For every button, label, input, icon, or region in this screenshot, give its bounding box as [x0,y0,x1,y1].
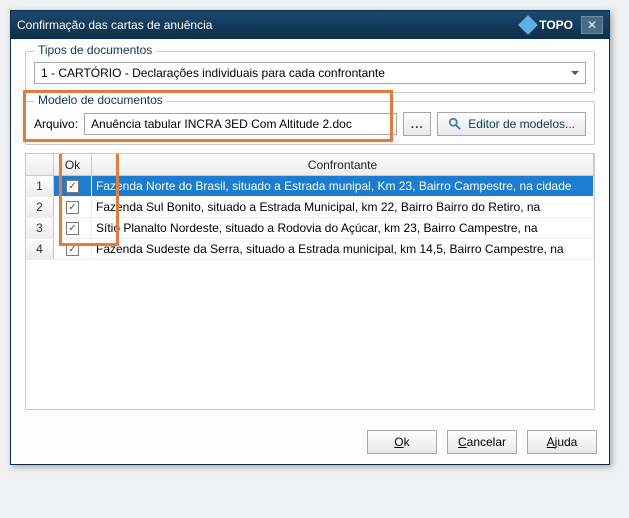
editor-button[interactable]: Editor de modelos... [437,112,586,136]
group-modelo: Modelo de documentos Arquivo: ... Editor… [25,101,595,145]
help-button[interactable]: Ajuda [527,430,597,454]
checkbox-icon[interactable]: ✓ [66,180,79,193]
table-row[interactable]: 4 ✓ Fazenda Sudeste da Serra, situado a Es… [26,239,594,260]
table-row[interactable]: 2 ✓ Fazenda Sul Bonito, situado a Estrada … [26,197,594,218]
row-confrontante: Fazenda Sudeste da Serra, situado a Estr… [92,239,594,259]
grid-header-confrontante[interactable]: Confrontante [92,154,594,175]
grid: Ok Confrontante 1 ✓ Fazenda Norte do Brasi… [25,153,595,410]
row-number: 1 [26,176,54,196]
table-row[interactable]: 3 ✓ Sítio Planalto Nordeste, situado a Rod… [26,218,594,239]
tipos-select-value: 1 - CARTÓRIO - Declarações individuais p… [41,66,385,80]
checkbox-icon[interactable]: ✓ [66,243,79,256]
row-confrontante: Fazenda Sul Bonito, situado a Estrada Mu… [92,197,594,217]
row-number: 2 [26,197,54,217]
grid-header-ok[interactable]: Ok [54,154,92,175]
row-confrontante: Sítio Planalto Nordeste, situado a Rodov… [92,218,594,238]
grid-body: 1 ✓ Fazenda Norte do Brasil, situado a Est… [26,176,594,260]
group-modelo-legend: Modelo de documentos [34,93,167,107]
dialog-body: Tipos de documentos 1 - CARTÓRIO - Decla… [11,39,609,420]
arquivo-row: Arquivo: ... Editor de modelos... [34,112,586,136]
arquivo-label: Arquivo: [34,117,78,131]
group-tipos: Tipos de documentos 1 - CARTÓRIO - Decla… [25,51,595,93]
row-ok-cell[interactable]: ✓ [54,176,92,196]
table-row[interactable]: 1 ✓ Fazenda Norte do Brasil, situado a Est… [26,176,594,197]
row-confrontante: Fazenda Norte do Brasil, situado a Estra… [92,176,594,196]
editor-button-label: Editor de modelos... [468,117,575,131]
arquivo-input[interactable] [84,113,397,135]
row-ok-cell[interactable]: ✓ [54,239,92,259]
logo-text: TOPO [539,18,573,32]
magnifier-icon [448,117,462,131]
row-ok-cell[interactable]: ✓ [54,197,92,217]
window-title: Confirmação das cartas de anuência [17,18,521,32]
dialog-window: Confirmação das cartas de anuência TOPO … [10,10,610,465]
browse-button[interactable]: ... [403,112,431,136]
row-number: 4 [26,239,54,259]
ok-button[interactable]: Ok [367,430,437,454]
footer: Ok Cancelar Ajuda [11,420,609,464]
row-number: 3 [26,218,54,238]
grid-header: Ok Confrontante [26,154,594,176]
close-icon: ✕ [587,18,597,32]
titlebar: Confirmação das cartas de anuência TOPO … [11,11,609,39]
row-ok-cell[interactable]: ✓ [54,218,92,238]
close-button[interactable]: ✕ [581,16,603,34]
cancel-button[interactable]: Cancelar [447,430,517,454]
logo-cube-icon [518,15,538,35]
checkbox-icon[interactable]: ✓ [66,222,79,235]
group-tipos-legend: Tipos de documentos [34,43,156,57]
checkbox-icon[interactable]: ✓ [66,201,79,214]
tipos-select[interactable]: 1 - CARTÓRIO - Declarações individuais p… [34,62,586,84]
grid-header-rownum [26,154,54,175]
app-logo: TOPO [521,18,573,32]
ellipsis-icon: ... [411,117,424,131]
